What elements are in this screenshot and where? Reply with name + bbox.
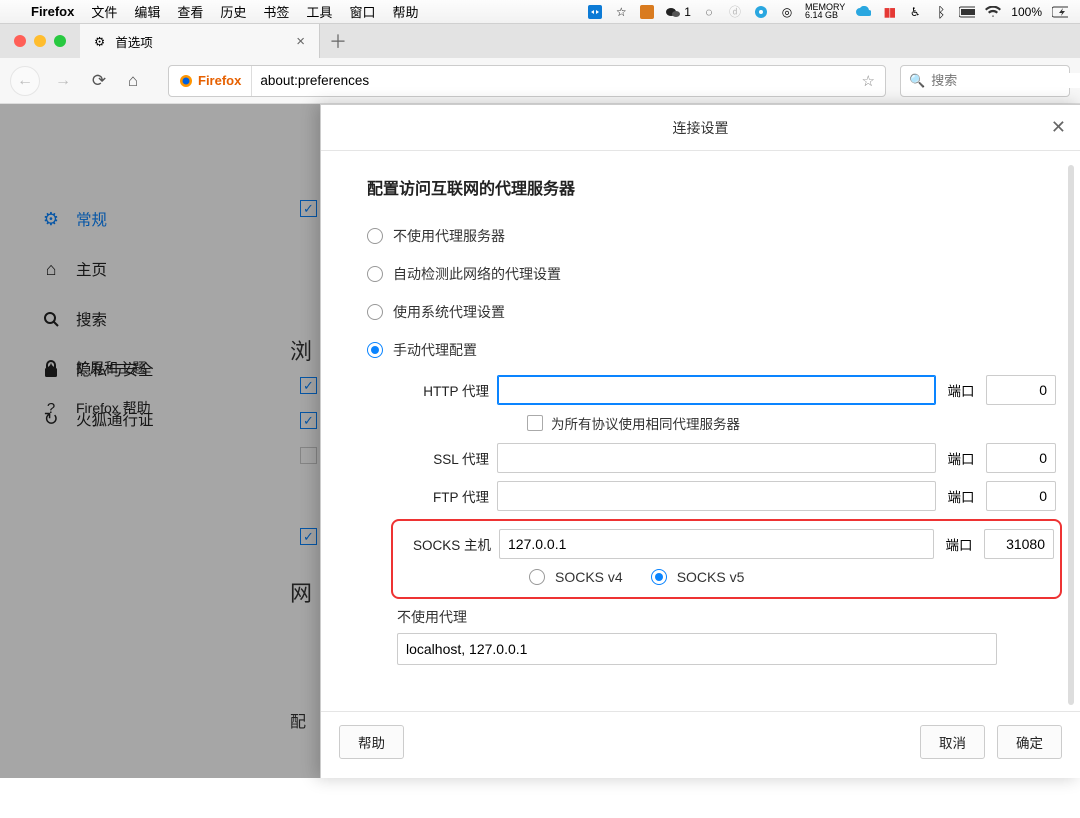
proxy-fields: HTTP 代理 端口 为所有协议使用相同代理服务器 SSL 代理 端口 FTP …	[397, 375, 1056, 599]
battery-icon[interactable]	[959, 4, 975, 20]
radio-socks4[interactable]: SOCKS v4	[529, 567, 623, 587]
help-button[interactable]: 帮助	[339, 725, 404, 759]
socks-highlight: SOCKS 主机 端口 SOCKS v4 SOCKS v5	[391, 519, 1062, 599]
noproxy-textarea[interactable]	[397, 633, 997, 665]
dialog-heading: 配置访问互联网的代理服务器	[367, 175, 1056, 199]
ssl-port-input[interactable]	[986, 443, 1056, 473]
target-icon[interactable]: ◎	[779, 4, 795, 20]
search-icon: 🔍	[909, 73, 925, 89]
ssl-port-label: 端口	[944, 448, 978, 468]
tab-title: 首选项	[115, 32, 153, 51]
menu-view[interactable]: 查看	[177, 2, 203, 21]
noproxy-heading: 不使用代理	[397, 607, 1056, 627]
accessibility-icon[interactable]: ♿︎	[907, 4, 923, 20]
menu-history[interactable]: 历史	[220, 2, 246, 21]
menu-tools[interactable]: 工具	[306, 2, 332, 21]
menu-bookmarks[interactable]: 书签	[263, 2, 289, 21]
dialog-close-button[interactable]: ✕	[1051, 117, 1066, 138]
connection-settings-dialog: 连接设置 ✕ 配置访问互联网的代理服务器 不使用代理服务器 自动检测此网络的代理…	[320, 104, 1080, 778]
radio-icon	[367, 342, 383, 358]
address-bar[interactable]: Firefox ☆	[168, 65, 886, 97]
radio-no-proxy[interactable]: 不使用代理服务器	[367, 217, 1056, 255]
radio-icon	[367, 228, 383, 244]
home-button[interactable]: ⌂	[120, 71, 146, 91]
ftp-proxy-label: FTP 代理	[397, 486, 489, 506]
macos-menubar: Firefox 文件 编辑 查看 历史 书签 工具 窗口 帮助 ☆ 1 ◌ ⓓ …	[0, 0, 1080, 24]
teamviewer-icon[interactable]	[587, 4, 603, 20]
radio-icon	[651, 569, 667, 585]
new-tab-button[interactable]: ＋	[320, 24, 356, 58]
wechat-icon[interactable]: 1	[665, 5, 691, 19]
radio-manual-proxy[interactable]: 手动代理配置	[367, 331, 1056, 369]
http-proxy-input[interactable]	[497, 375, 936, 405]
window-maximize-button[interactable]	[54, 35, 66, 47]
cancel-button[interactable]: 取消	[920, 725, 985, 759]
radio-system-proxy[interactable]: 使用系统代理设置	[367, 293, 1056, 331]
menu-file[interactable]: 文件	[91, 2, 117, 21]
dialog-footer: 帮助 取消 确定	[321, 711, 1080, 771]
ftp-port-input[interactable]	[986, 481, 1056, 511]
window-controls	[0, 24, 80, 58]
ssl-proxy-input[interactable]	[497, 443, 936, 473]
radio-socks5[interactable]: SOCKS v5	[651, 567, 745, 587]
cloud-icon[interactable]	[855, 4, 871, 20]
battery-percent: 100%	[1011, 5, 1042, 19]
share-proxy-checkbox-row[interactable]: 为所有协议使用相同代理服务器	[527, 413, 1056, 433]
dialog-title: 连接设置	[673, 118, 729, 138]
socks-host-label: SOCKS 主机	[399, 534, 491, 554]
menu-window[interactable]: 窗口	[349, 2, 375, 21]
gear-icon: ⚙	[94, 34, 105, 49]
http-proxy-label: HTTP 代理	[397, 380, 489, 400]
app-icon[interactable]	[639, 4, 655, 20]
ok-button[interactable]: 确定	[997, 725, 1062, 759]
ftp-port-label: 端口	[944, 486, 978, 506]
url-input[interactable]	[252, 73, 851, 88]
charging-icon[interactable]	[1052, 4, 1068, 20]
socks-host-input[interactable]	[499, 529, 934, 559]
forward-button[interactable]: →	[48, 66, 78, 96]
d-icon[interactable]: ⓓ	[727, 4, 743, 20]
wifi-icon[interactable]	[985, 4, 1001, 20]
dialog-body: 配置访问互联网的代理服务器 不使用代理服务器 自动检测此网络的代理设置 使用系统…	[321, 151, 1080, 711]
site-identity[interactable]: Firefox	[169, 66, 252, 96]
window-close-button[interactable]	[14, 35, 26, 47]
wechat-badge: 1	[684, 5, 691, 19]
tab-strip: ⚙ 首选项 × ＋	[0, 24, 1080, 58]
firefox-icon	[179, 74, 193, 88]
search-box[interactable]: 🔍	[900, 65, 1070, 97]
browser-toolbar: ← → ⟳ ⌂ Firefox ☆ 🔍	[0, 58, 1080, 104]
radio-icon	[367, 304, 383, 320]
search-input[interactable]	[931, 73, 1080, 88]
bluetooth-icon[interactable]: ᛒ	[933, 4, 949, 20]
ftp-proxy-input[interactable]	[497, 481, 936, 511]
tab-preferences[interactable]: ⚙ 首选项 ×	[80, 24, 320, 58]
star-icon[interactable]: ☆	[613, 4, 629, 20]
dialog-title-bar: 连接设置 ✕	[321, 105, 1080, 151]
bookmark-star-icon[interactable]: ☆	[852, 72, 885, 90]
reload-button[interactable]: ⟳	[86, 71, 112, 91]
http-port-input[interactable]	[986, 375, 1056, 405]
pause-icon[interactable]: ▮▮	[881, 4, 897, 20]
cloud-dot-icon[interactable]	[753, 4, 769, 20]
back-button[interactable]: ←	[10, 66, 40, 96]
radio-auto-detect[interactable]: 自动检测此网络的代理设置	[367, 255, 1056, 293]
menu-edit[interactable]: 编辑	[134, 2, 160, 21]
menu-help[interactable]: 帮助	[392, 2, 418, 21]
radio-icon	[367, 266, 383, 282]
http-port-label: 端口	[944, 380, 978, 400]
scrollbar[interactable]	[1068, 165, 1074, 705]
window-minimize-button[interactable]	[34, 35, 46, 47]
socks-port-input[interactable]	[984, 529, 1054, 559]
memory-indicator[interactable]: MEMORY6.14 GB	[805, 4, 845, 19]
radio-icon	[529, 569, 545, 585]
checkbox-icon	[527, 415, 543, 431]
socks-port-label: 端口	[942, 534, 976, 554]
ssl-proxy-label: SSL 代理	[397, 448, 489, 468]
circle-icon[interactable]: ◌	[701, 4, 717, 20]
app-name[interactable]: Firefox	[31, 4, 74, 19]
tab-close-icon[interactable]: ×	[296, 33, 305, 50]
